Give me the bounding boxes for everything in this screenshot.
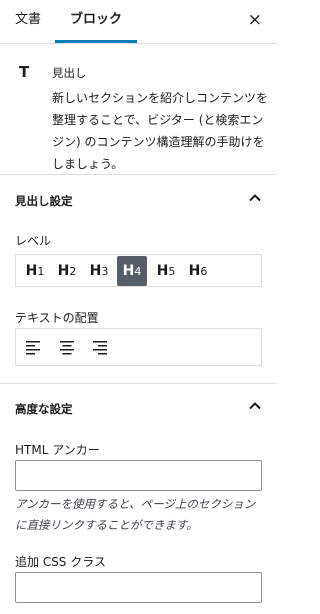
- active-tab-indicator: [55, 40, 137, 43]
- heading-level-3-button[interactable]: H3: [84, 256, 114, 286]
- heading-level-6-button[interactable]: H6: [183, 256, 213, 286]
- block-card: T 見出し 新しいセクションを紹介しコンテンツを整理することで、ビジター (と検…: [0, 44, 277, 175]
- section-title: 高度な設定: [15, 402, 73, 416]
- level-h: H: [122, 263, 135, 279]
- chevron-up-icon[interactable]: [247, 190, 263, 206]
- alignment-label: テキストの配置: [15, 311, 99, 325]
- level-h: H: [188, 263, 201, 279]
- heading-level-4-button[interactable]: H4: [117, 256, 147, 286]
- divider: [0, 383, 277, 384]
- heading-level-1-button[interactable]: H1: [20, 256, 50, 286]
- html-anchor-label: HTML アンカー: [15, 443, 100, 457]
- css-class-input[interactable]: [15, 572, 262, 603]
- align-left-icon[interactable]: [25, 339, 41, 355]
- heading-block-icon: T: [19, 63, 30, 81]
- close-icon[interactable]: ×: [248, 10, 262, 30]
- level-number: 3: [101, 265, 109, 278]
- level-number: 2: [69, 265, 77, 278]
- level-number: 5: [168, 265, 176, 278]
- html-anchor-input[interactable]: [15, 460, 262, 491]
- section-title: 見出し設定: [15, 194, 73, 208]
- chevron-up-icon[interactable]: [247, 398, 263, 414]
- heading-level-2-button[interactable]: H2: [52, 256, 82, 286]
- align-center-icon[interactable]: [59, 339, 75, 355]
- level-number: 4: [134, 265, 142, 278]
- level-h: H: [156, 263, 169, 279]
- text-alignment-toolbar: [15, 328, 262, 366]
- sidebar-tabs: 文書 ブロック ×: [0, 0, 277, 44]
- block-description: 新しいセクションを紹介しコンテンツを整理することで、ビジター (と検索エンジン)…: [52, 91, 269, 171]
- level-h: H: [25, 263, 38, 279]
- css-class-label: 追加 CSS クラス: [15, 555, 107, 569]
- level-h: H: [57, 263, 70, 279]
- level-h: H: [89, 263, 102, 279]
- html-anchor-help: アンカーを使用すると、ページ上のセクションに直接リンクすることができます。: [15, 497, 256, 532]
- level-number: 6: [200, 265, 208, 278]
- align-right-icon[interactable]: [92, 339, 108, 355]
- heading-settings-header[interactable]: 見出し設定: [0, 178, 277, 222]
- block-title: 見出し: [52, 66, 87, 80]
- level-number: 1: [37, 265, 45, 278]
- heading-level-toolbar: H1 H2 H3 H4 H5 H6: [15, 254, 262, 287]
- tab-block[interactable]: ブロック: [55, 0, 137, 44]
- level-label: レベル: [15, 234, 52, 248]
- heading-level-5-button[interactable]: H5: [151, 256, 181, 286]
- tab-document[interactable]: 文書: [15, 0, 41, 44]
- advanced-settings-header[interactable]: 高度な設定: [0, 386, 277, 430]
